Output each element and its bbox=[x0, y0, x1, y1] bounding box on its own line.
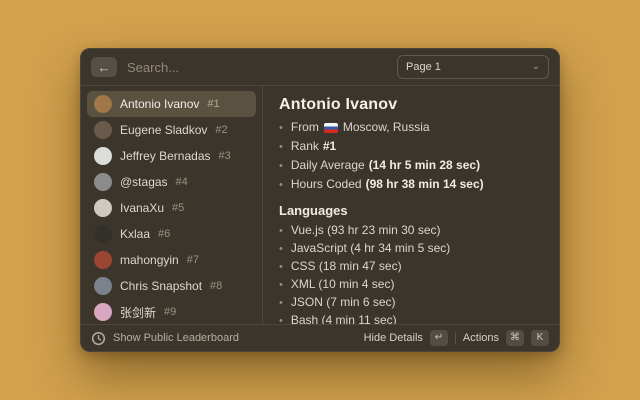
hide-details-button[interactable]: Hide Details bbox=[364, 332, 423, 344]
user-rank: #5 bbox=[172, 202, 184, 214]
detail-panel[interactable]: Antonio Ivanov • From Moscow, Russia • R… bbox=[263, 86, 559, 324]
avatar bbox=[94, 225, 112, 243]
user-rank: #9 bbox=[164, 306, 176, 318]
user-rank: #1 bbox=[207, 98, 219, 110]
footer-bar: Show Public Leaderboard Hide Details ↵ A… bbox=[81, 325, 559, 351]
header-bar: ← Page 1 ⌄ bbox=[81, 49, 559, 85]
avatar bbox=[94, 277, 112, 295]
list-item[interactable]: Chris Snapshot #8 bbox=[87, 273, 256, 299]
avatar bbox=[94, 303, 112, 321]
user-rank: #4 bbox=[176, 176, 188, 188]
language-item: • CSS (18 min 47 sec) bbox=[279, 258, 543, 276]
user-name: Chris Snapshot bbox=[120, 279, 202, 293]
language-item: • Vue.js (93 hr 23 min 30 sec) bbox=[279, 222, 543, 240]
bullet-icon: • bbox=[279, 119, 283, 137]
bullet-icon: • bbox=[279, 241, 283, 258]
russia-flag-icon bbox=[324, 123, 338, 133]
avatar bbox=[94, 199, 112, 217]
list-item[interactable]: IvanaXu #5 bbox=[87, 195, 256, 221]
user-name: Jeffrey Bernadas bbox=[120, 149, 211, 163]
clock-icon bbox=[91, 331, 106, 346]
user-name: Antonio Ivanov bbox=[120, 97, 199, 111]
back-arrow-icon: ← bbox=[98, 60, 111, 75]
bullet-icon: • bbox=[279, 176, 283, 194]
footer-separator bbox=[455, 332, 456, 344]
stat-value: Moscow, Russia bbox=[343, 118, 430, 136]
list-item[interactable]: @stagas #4 bbox=[87, 169, 256, 195]
user-rank: #3 bbox=[219, 150, 231, 162]
language-item: • JSON (7 min 6 sec) bbox=[279, 294, 543, 312]
language-text: Vue.js (93 hr 23 min 30 sec) bbox=[291, 222, 441, 239]
detail-title: Antonio Ivanov bbox=[279, 96, 543, 114]
bullet-icon: • bbox=[279, 223, 283, 240]
user-rank: #6 bbox=[158, 228, 170, 240]
language-text: JavaScript (4 hr 34 min 5 sec) bbox=[291, 240, 450, 257]
content-area: Antonio Ivanov #1 Eugene Sladkov #2 Jeff… bbox=[81, 86, 559, 324]
stat-value: (14 hr 5 min 28 sec) bbox=[369, 156, 480, 174]
search-input[interactable] bbox=[127, 60, 387, 75]
stat-value: #1 bbox=[323, 137, 336, 155]
leaderboard-list[interactable]: Antonio Ivanov #1 Eugene Sladkov #2 Jeff… bbox=[81, 86, 262, 324]
stat-rank: • Rank #1 bbox=[279, 137, 543, 156]
user-rank: #7 bbox=[187, 254, 199, 266]
list-item[interactable]: Kxlaa #6 bbox=[87, 221, 256, 247]
list-item[interactable]: 张剑新 #9 bbox=[87, 299, 256, 324]
stat-label: Hours Coded bbox=[291, 175, 362, 193]
bullet-icon: • bbox=[279, 138, 283, 156]
command-key-icon: ⌘ bbox=[506, 330, 524, 346]
language-item: • JavaScript (4 hr 34 min 5 sec) bbox=[279, 240, 543, 258]
avatar bbox=[94, 121, 112, 139]
footer-command-label: Show Public Leaderboard bbox=[113, 332, 239, 344]
list-item[interactable]: Antonio Ivanov #1 bbox=[87, 91, 256, 117]
user-name: Kxlaa bbox=[120, 227, 150, 241]
page-dropdown[interactable]: Page 1 ⌄ bbox=[397, 55, 549, 79]
language-item: • Bash (4 min 11 sec) bbox=[279, 312, 543, 324]
list-item[interactable]: mahongyin #7 bbox=[87, 247, 256, 273]
stat-label: Rank bbox=[291, 137, 319, 155]
stat-value: (98 hr 38 min 14 sec) bbox=[366, 175, 484, 193]
user-rank: #2 bbox=[215, 124, 227, 136]
list-item[interactable]: Jeffrey Bernadas #3 bbox=[87, 143, 256, 169]
language-text: Bash (4 min 11 sec) bbox=[291, 312, 397, 324]
bullet-icon: • bbox=[279, 313, 283, 324]
avatar bbox=[94, 147, 112, 165]
user-name: Eugene Sladkov bbox=[120, 123, 207, 137]
language-text: JSON (7 min 6 sec) bbox=[291, 294, 396, 311]
user-rank: #8 bbox=[210, 280, 222, 292]
language-item: • XML (10 min 4 sec) bbox=[279, 276, 543, 294]
k-key-icon: K bbox=[531, 330, 549, 346]
actions-button[interactable]: Actions bbox=[463, 332, 499, 344]
list-item[interactable]: Eugene Sladkov #2 bbox=[87, 117, 256, 143]
enter-key-icon: ↵ bbox=[430, 330, 448, 346]
bullet-icon: • bbox=[279, 277, 283, 294]
stat-label: Daily Average bbox=[291, 156, 365, 174]
avatar bbox=[94, 251, 112, 269]
page-dropdown-value: Page 1 bbox=[406, 61, 441, 73]
avatar bbox=[94, 95, 112, 113]
user-name: 张剑新 bbox=[120, 304, 156, 321]
command-palette-window: ← Page 1 ⌄ Antonio Ivanov #1 Eugene Slad… bbox=[80, 48, 560, 352]
stat-hours-coded: • Hours Coded (98 hr 38 min 14 sec) bbox=[279, 175, 543, 194]
chevron-down-icon: ⌄ bbox=[532, 62, 540, 72]
user-name: IvanaXu bbox=[120, 201, 164, 215]
stat-from: • From Moscow, Russia bbox=[279, 118, 543, 137]
user-name: @stagas bbox=[120, 175, 168, 189]
bullet-icon: • bbox=[279, 295, 283, 312]
user-name: mahongyin bbox=[120, 253, 179, 267]
stat-daily-average: • Daily Average (14 hr 5 min 28 sec) bbox=[279, 156, 543, 175]
language-text: XML (10 min 4 sec) bbox=[291, 276, 395, 293]
bullet-icon: • bbox=[279, 157, 283, 175]
bullet-icon: • bbox=[279, 259, 283, 276]
avatar bbox=[94, 173, 112, 191]
languages-heading: Languages bbox=[279, 203, 543, 218]
stat-label: From bbox=[291, 118, 319, 136]
back-button[interactable]: ← bbox=[91, 57, 117, 77]
language-text: CSS (18 min 47 sec) bbox=[291, 258, 402, 275]
